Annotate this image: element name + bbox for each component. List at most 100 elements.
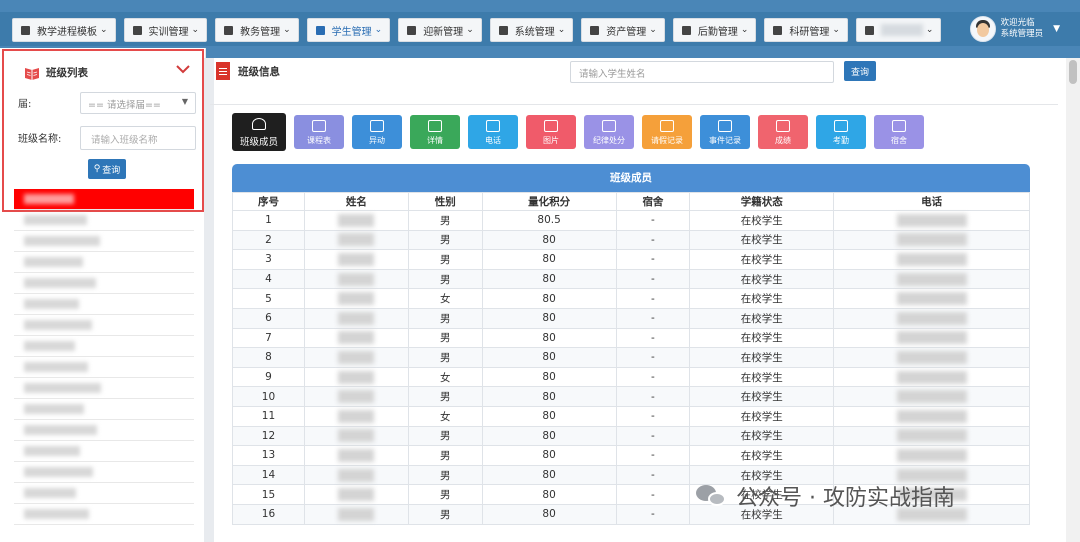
nav-item-5[interactable]: 系统管理 ⌄ — [489, 18, 574, 42]
class-list-item[interactable] — [14, 210, 194, 231]
action-button-5[interactable]: 图片 — [526, 115, 576, 149]
class-list-item[interactable] — [14, 399, 194, 420]
table-row[interactable]: 3 男 80- 在校学生 — [232, 249, 1030, 270]
table-row[interactable]: 8 男 80- 在校学生 — [232, 347, 1030, 368]
cell-gender: 女 — [407, 366, 483, 388]
nav-item-8[interactable]: 科研管理 ⌄ — [764, 18, 848, 42]
class-list-item[interactable] — [14, 420, 194, 441]
class-list-item[interactable] — [14, 378, 194, 399]
cell-dorm: - — [615, 307, 691, 329]
nav-item-2[interactable]: 教务管理 ⌄ — [215, 18, 299, 42]
book-icon — [20, 25, 31, 36]
cell-phone — [833, 405, 1030, 427]
grade-label: 届: — [18, 99, 32, 110]
chevron-down-icon: ⌄ — [832, 25, 840, 35]
class-list-item[interactable] — [14, 273, 194, 294]
cell-score: 80 — [481, 484, 617, 505]
class-search-button[interactable]: ⚲ 查询 — [88, 159, 126, 179]
megaphone-icon — [406, 25, 417, 36]
action-button-0[interactable]: 班级成员 — [232, 113, 286, 151]
cell-gender: 男 — [407, 249, 483, 270]
column-header[interactable]: 性别 — [407, 192, 483, 211]
nav-item-0[interactable]: 教学进程模板 ⌄ — [12, 18, 116, 42]
class-list-item[interactable] — [14, 357, 194, 378]
action-icon — [660, 120, 674, 132]
action-button-7[interactable]: 请假记录 — [642, 115, 692, 149]
scrollbar[interactable] — [1066, 58, 1080, 542]
column-header[interactable]: 宿舍 — [615, 192, 691, 211]
nav-item-9[interactable]: ⌄ — [855, 18, 942, 42]
nav-item-4[interactable]: 迎新管理 ⌄ — [398, 18, 482, 42]
cell-number: 5 — [232, 288, 305, 309]
grade-select[interactable]: == 请选择届== ▼ — [80, 92, 196, 114]
table-row[interactable]: 6 男 80- 在校学生 — [232, 307, 1030, 329]
cell-status: 在校学生 — [689, 445, 835, 466]
cell-phone — [833, 307, 1030, 329]
nav-item-6[interactable]: 资产管理 ⌄ — [581, 18, 665, 42]
cell-score: 80 — [481, 503, 617, 525]
class-list-item[interactable] — [14, 462, 194, 483]
student-search-button[interactable]: 查询 — [844, 61, 876, 81]
chevron-down-icon: ⌄ — [557, 25, 566, 35]
action-button-6[interactable]: 纪律处分 — [584, 115, 634, 149]
action-icon — [252, 118, 266, 130]
class-list-item[interactable] — [14, 252, 194, 273]
class-list-item[interactable] — [14, 504, 194, 525]
cell-number: 3 — [232, 249, 305, 270]
cell-name — [303, 249, 409, 270]
action-button-1[interactable]: 课程表 — [294, 115, 344, 149]
cell-dorm: - — [615, 503, 691, 525]
table-row[interactable]: 4 男 80- 在校学生 — [232, 268, 1030, 290]
cell-name — [303, 464, 409, 486]
cell-name — [303, 425, 409, 447]
table-row[interactable]: 2 男 80- 在校学生 — [232, 229, 1030, 251]
user-welcome: 欢迎光临 — [1000, 18, 1035, 28]
table-row[interactable]: 13 男 80- 在校学生 — [232, 445, 1030, 466]
class-list-item[interactable] — [14, 336, 194, 357]
scrollbar-thumb[interactable] — [1069, 60, 1077, 84]
student-search-input[interactable]: 请输入学生姓名 — [570, 61, 834, 83]
table-row[interactable]: 10 男 80- 在校学生 — [232, 386, 1030, 407]
nav-item-1[interactable]: 实训管理 ⌄ — [123, 18, 208, 42]
column-header[interactable]: 量化积分 — [481, 192, 617, 211]
column-header[interactable]: 电话 — [833, 192, 1030, 211]
class-list-item[interactable] — [14, 189, 194, 210]
cell-gender: 男 — [407, 268, 483, 290]
table-row[interactable]: 11 女 80- 在校学生 — [232, 405, 1030, 427]
action-button-9[interactable]: 成绩 — [758, 115, 808, 149]
cell-name — [303, 484, 409, 505]
cell-name — [303, 366, 409, 388]
table-row[interactable]: 7 男 80- 在校学生 — [232, 327, 1030, 349]
collapse-chevron-icon[interactable] — [176, 63, 190, 78]
cell-status: 在校学生 — [689, 347, 835, 368]
cell-status: 在校学生 — [689, 268, 835, 290]
class-list-item[interactable] — [14, 294, 194, 315]
column-header[interactable]: 序号 — [232, 192, 305, 211]
cell-dorm: - — [615, 464, 691, 486]
action-button-10[interactable]: 考勤 — [816, 115, 866, 149]
cell-status: 在校学生 — [689, 288, 835, 309]
table-row[interactable]: 5 女 80- 在校学生 — [232, 288, 1030, 309]
column-header[interactable]: 学籍状态 — [689, 192, 835, 211]
action-button-2[interactable]: 异动 — [352, 115, 402, 149]
nav-item-3[interactable]: 学生管理 ⌄ — [306, 18, 391, 42]
user-menu[interactable]: 欢迎光临 系统管理员 ▼ — [969, 12, 1060, 46]
table-row[interactable]: 1 男 80.5- 在校学生 — [232, 210, 1030, 231]
class-info-panel: 班级信息 请输入学生姓名 查询 班级成员 课程表 异动 详情 电话 图片 纪律处分 请假记录事… — [210, 58, 1068, 542]
action-button-3[interactable]: 详情 — [410, 115, 460, 149]
cell-score: 80 — [481, 386, 617, 407]
cell-name — [303, 229, 409, 251]
table-row[interactable]: 12 男 80- 在校学生 — [232, 425, 1030, 447]
action-button-11[interactable]: 宿舍 — [874, 115, 924, 149]
class-list-item[interactable] — [14, 315, 194, 336]
action-button-8[interactable]: 事件记录 — [700, 115, 750, 149]
class-list-item[interactable] — [14, 441, 194, 462]
column-header[interactable]: 姓名 — [303, 192, 409, 211]
action-button-4[interactable]: 电话 — [468, 115, 518, 149]
nav-item-7[interactable]: 后勤管理 ⌄ — [672, 18, 757, 42]
class-name-input[interactable]: 请输入班级名称 — [80, 126, 196, 150]
class-list-item[interactable] — [14, 483, 194, 504]
table-row[interactable]: 9 女 80- 在校学生 — [232, 366, 1030, 388]
class-list-item[interactable] — [14, 231, 194, 252]
action-icon — [718, 120, 732, 132]
